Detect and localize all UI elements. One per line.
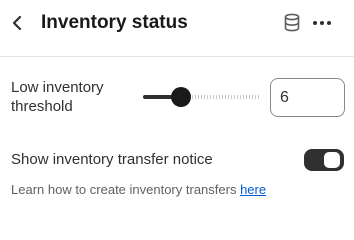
database-icon[interactable] bbox=[280, 10, 304, 36]
slider-thumb[interactable] bbox=[171, 87, 191, 107]
page-title: Inventory status bbox=[41, 12, 188, 33]
transfer-notice-toggle[interactable] bbox=[304, 149, 344, 171]
chevron-left-icon[interactable] bbox=[8, 10, 28, 36]
help-text: Learn how to create inventory transfers … bbox=[11, 181, 266, 198]
transfer-notice-label: Show inventory transfer notice bbox=[11, 151, 213, 168]
slider-track[interactable] bbox=[183, 95, 261, 99]
help-link[interactable]: here bbox=[240, 182, 266, 197]
toggle-knob bbox=[324, 152, 340, 168]
help-text-body: Learn how to create inventory transfers bbox=[11, 182, 241, 197]
low-inventory-threshold-input[interactable] bbox=[270, 78, 345, 117]
more-horizontal-icon[interactable] bbox=[310, 10, 334, 36]
low-inventory-threshold-label: Low inventory threshold bbox=[11, 79, 104, 115]
low-inventory-slider[interactable] bbox=[143, 86, 263, 108]
page-header: Inventory status bbox=[0, 0, 354, 48]
header-divider bbox=[0, 56, 354, 57]
